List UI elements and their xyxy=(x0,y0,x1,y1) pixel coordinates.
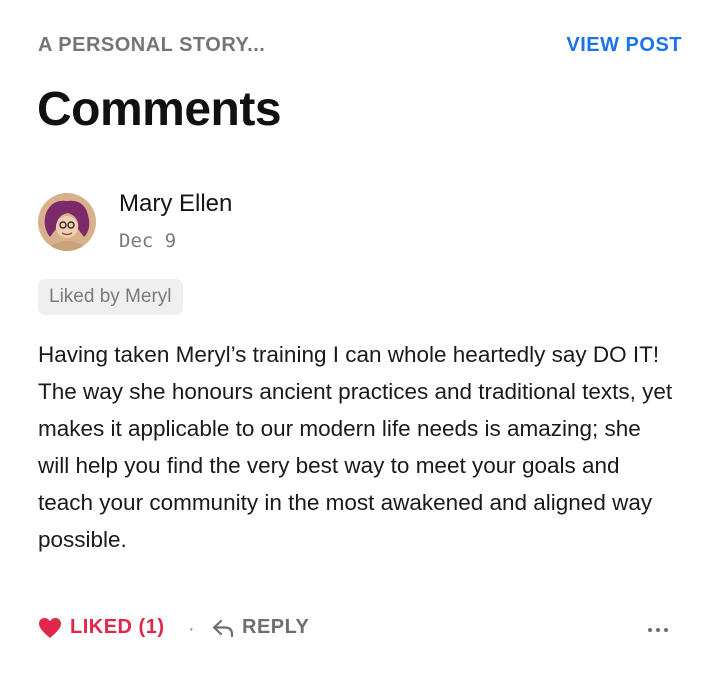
reply-label: REPLY xyxy=(242,616,310,638)
author-name[interactable]: Mary Ellen xyxy=(119,190,232,218)
top-bar: A PERSONAL STORY... VIEW POST xyxy=(38,34,682,62)
liked-by-badge: Liked by Meryl xyxy=(38,279,183,315)
avatar[interactable] xyxy=(38,193,96,251)
more-dot xyxy=(656,628,660,632)
like-button[interactable]: LIKED (1) xyxy=(38,616,165,639)
post-title[interactable]: A PERSONAL STORY... xyxy=(38,34,265,57)
more-dot xyxy=(648,628,652,632)
comment-date[interactable]: Dec 9 xyxy=(119,230,176,252)
more-dot xyxy=(664,628,668,632)
more-options-icon[interactable] xyxy=(648,618,668,642)
reply-button[interactable]: REPLY xyxy=(212,616,309,639)
comment-actions: LIKED (1) · REPLY xyxy=(38,616,682,646)
separator-dot: · xyxy=(188,618,195,640)
view-post-link[interactable]: VIEW POST xyxy=(566,34,682,57)
heart-icon xyxy=(39,617,61,638)
comment-body: Having taken Meryl’s training I can whol… xyxy=(38,342,673,552)
page-title: Comments xyxy=(37,83,282,136)
liked-count-label: LIKED (1) xyxy=(70,616,165,638)
avatar-image xyxy=(38,193,96,251)
reply-arrow-icon xyxy=(212,619,234,637)
